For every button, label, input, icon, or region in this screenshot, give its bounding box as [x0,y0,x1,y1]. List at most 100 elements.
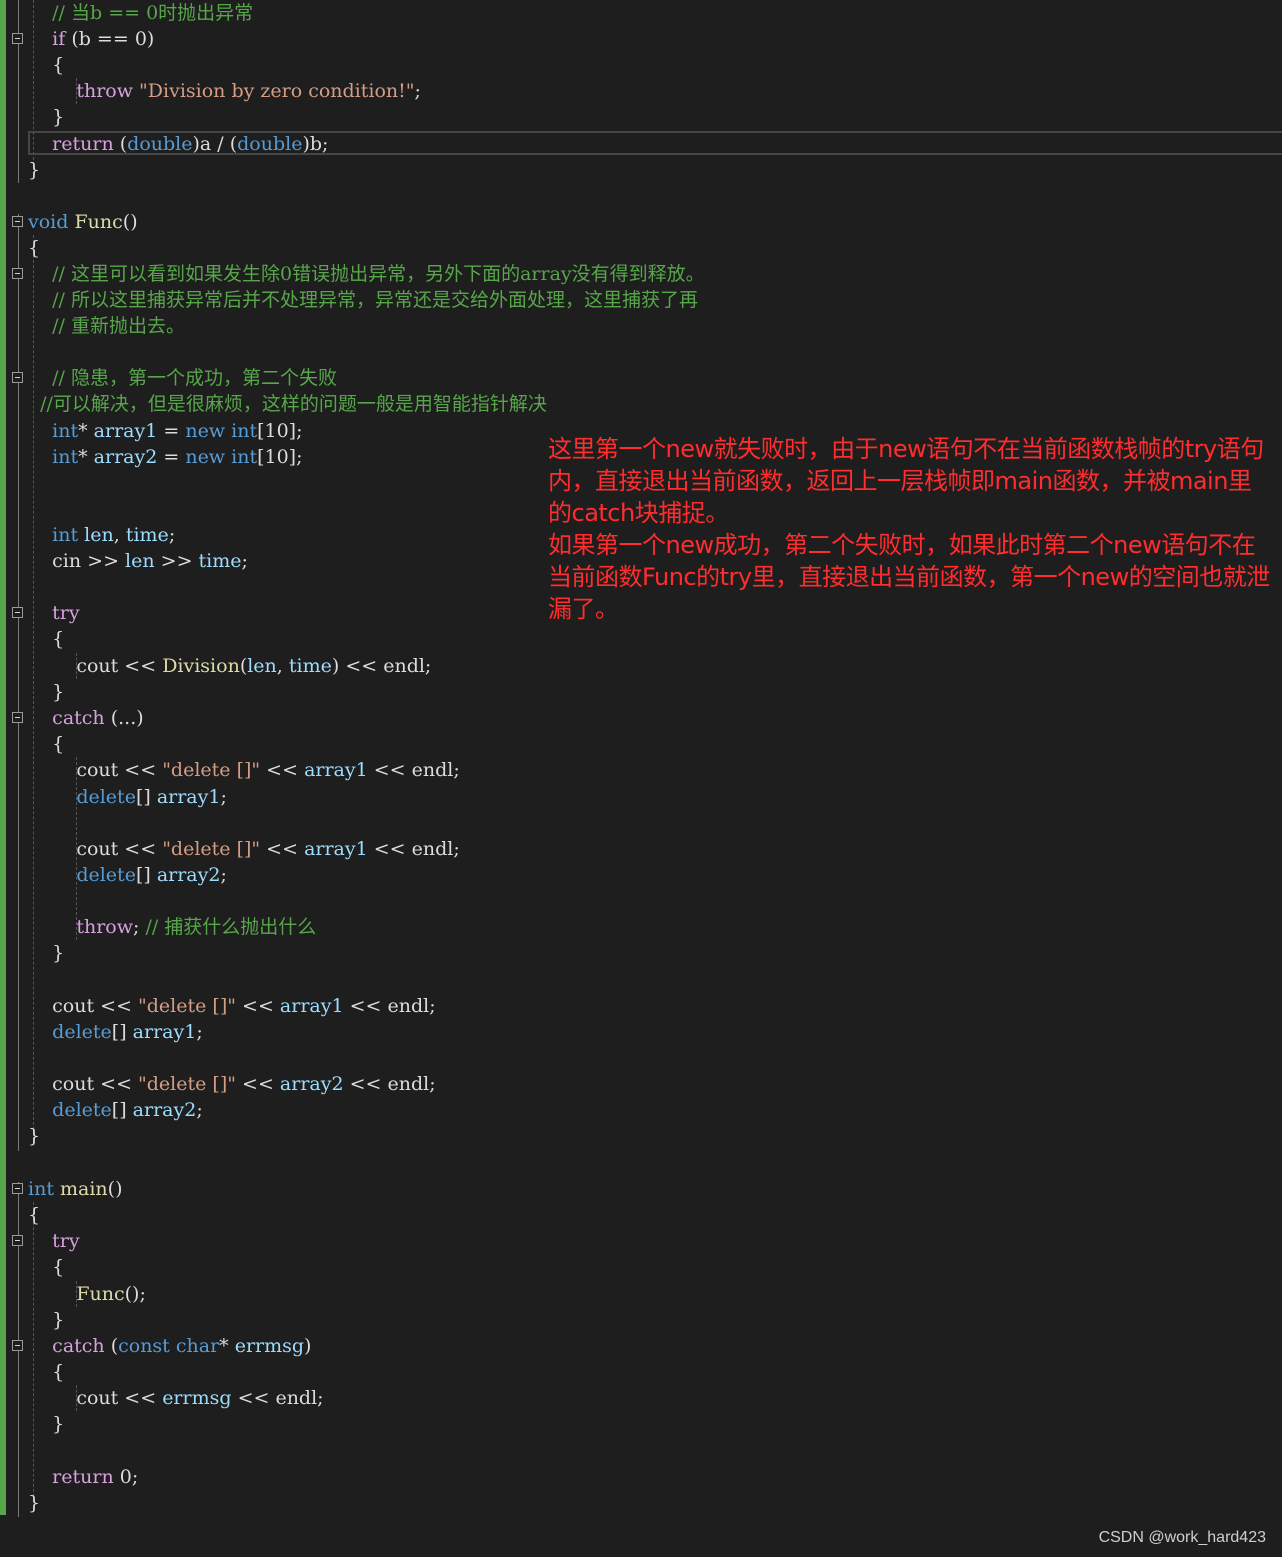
code-line[interactable]: { [28,1202,40,1228]
code-token: return [52,1466,114,1488]
code-line[interactable]: // 重新抛出去。 [28,313,185,339]
code-line[interactable]: { [28,52,64,78]
code-token: double [237,133,303,155]
code-line[interactable]: catch (const char* errmsg) [28,1333,311,1359]
code-token: (); [124,1283,146,1305]
collapse-toggle-icon[interactable] [12,1235,23,1246]
code-token: array1 [279,995,344,1017]
collapse-toggle-icon[interactable] [12,1183,23,1194]
code-token: () [107,1178,123,1200]
code-token: [10]; [257,446,303,468]
code-line[interactable]: { [28,731,64,757]
collapse-toggle-icon[interactable] [12,33,23,44]
code-line[interactable]: } [28,679,64,705]
code-line[interactable]: } [28,1411,64,1437]
code-line[interactable]: void Func() [28,209,138,235]
code-line[interactable]: } [28,1307,64,1333]
code-line[interactable]: delete[] array1; [28,1019,203,1045]
code-line[interactable]: cout << "delete []" << array1 << endl; [28,993,435,1019]
code-token: << endl; [343,1073,436,1095]
code-token: } [28,159,41,181]
code-token: [] [111,1099,133,1121]
code-line[interactable]: { [28,626,64,652]
code-line[interactable]: cout << errmsg << endl; [28,1385,323,1411]
code-line[interactable]: cin >> len >> time; [28,548,248,574]
code-line[interactable]: { [28,1359,64,1385]
code-token: ; [196,1099,203,1121]
code-line[interactable]: throw "Division by zero condition!"; [28,78,421,104]
code-token: time [198,550,242,572]
code-token: { [28,628,65,650]
code-line[interactable]: // 当b == 0时抛出异常 [28,0,253,26]
code-token: ; [196,1021,203,1043]
code-token: array2 [93,446,158,468]
code-line[interactable]: try [28,600,79,626]
code-token: * [219,1335,235,1357]
collapse-toggle-icon[interactable] [12,712,23,723]
code-token: } [28,1492,41,1514]
code-token: "delete []" [162,838,261,860]
code-token: new [185,420,226,442]
code-line[interactable]: try [28,1228,79,1254]
code-token: "delete []" [138,1073,236,1095]
collapse-toggle-icon[interactable] [12,268,23,279]
code-line[interactable]: cout << "delete []" << array1 << endl; [28,757,460,783]
collapse-toggle-icon[interactable] [12,607,23,618]
code-token: cout << [28,838,163,860]
code-token: int [231,420,258,442]
code-token: cout << [28,1387,163,1409]
code-line[interactable]: } [28,104,64,130]
code-line[interactable]: } [28,157,40,183]
code-line[interactable]: cout << "delete []" << array1 << endl; [28,836,459,862]
code-line[interactable]: } [28,1490,40,1516]
code-line[interactable]: return 0; [28,1464,138,1490]
code-token: array2 [132,1099,197,1121]
code-line[interactable]: int len, time; [28,522,175,548]
code-line[interactable]: throw; // 捕获什么抛出什么 [28,914,316,940]
code-token: cout << [28,1073,139,1095]
code-token: "Division by zero condition!" [139,80,415,102]
collapse-toggle-icon[interactable] [12,1340,23,1351]
changed-lines-margin [0,0,6,1515]
code-token: << endl; [367,759,460,781]
code-token: )a / ( [192,133,238,155]
code-line[interactable]: int* array2 = new int[10]; [28,444,302,470]
code-line[interactable]: { [28,1254,64,1280]
code-line[interactable]: // 这里可以看到如果发生除0错误抛出异常，另外下面的array没有得到释放。 [28,261,705,287]
code-token: // 捕获什么抛出什么 [145,916,317,938]
code-line[interactable]: // 所以这里捕获异常后并不处理异常，异常还是交给外面处理，这里捕获了再 [28,287,698,313]
code-line[interactable]: cout << "delete []" << array2 << endl; [28,1071,436,1097]
code-line[interactable]: if (b == 0) [28,26,154,52]
collapse-toggle-icon[interactable] [12,372,23,383]
code-line[interactable]: delete[] array1; [28,784,227,810]
code-line[interactable]: int* array1 = new int[10]; [28,418,302,444]
code-line[interactable]: return (double)a / (double)b; [28,131,328,157]
code-token: (b == 0) [65,28,155,50]
code-line[interactable]: catch (...) [28,705,144,731]
code-token: (...) [104,707,144,729]
code-token: int [52,420,79,442]
code-line[interactable]: { [28,235,40,261]
code-token: double [127,133,193,155]
code-line[interactable]: delete[] array2; [28,862,227,888]
code-line[interactable]: } [28,1123,40,1149]
code-line[interactable]: //可以解决，但是很麻烦，这样的问题一般是用智能指针解决 [28,391,547,417]
code-token: [10]; [257,420,303,442]
code-line[interactable]: cout << Division(len, time) << endl; [28,653,431,679]
code-token: if [52,28,66,50]
code-line[interactable]: // 隐患，第一个成功，第二个失败 [28,365,337,391]
code-line[interactable]: } [28,940,64,966]
collapse-toggle-icon[interactable] [12,216,23,227]
code-line[interactable]: delete[] array2; [28,1097,203,1123]
code-line[interactable]: Func(); [28,1281,146,1307]
code-token: int [52,524,79,546]
code-token: << [235,1073,280,1095]
code-line[interactable]: int main() [28,1176,123,1202]
code-token: array2 [279,1073,344,1095]
